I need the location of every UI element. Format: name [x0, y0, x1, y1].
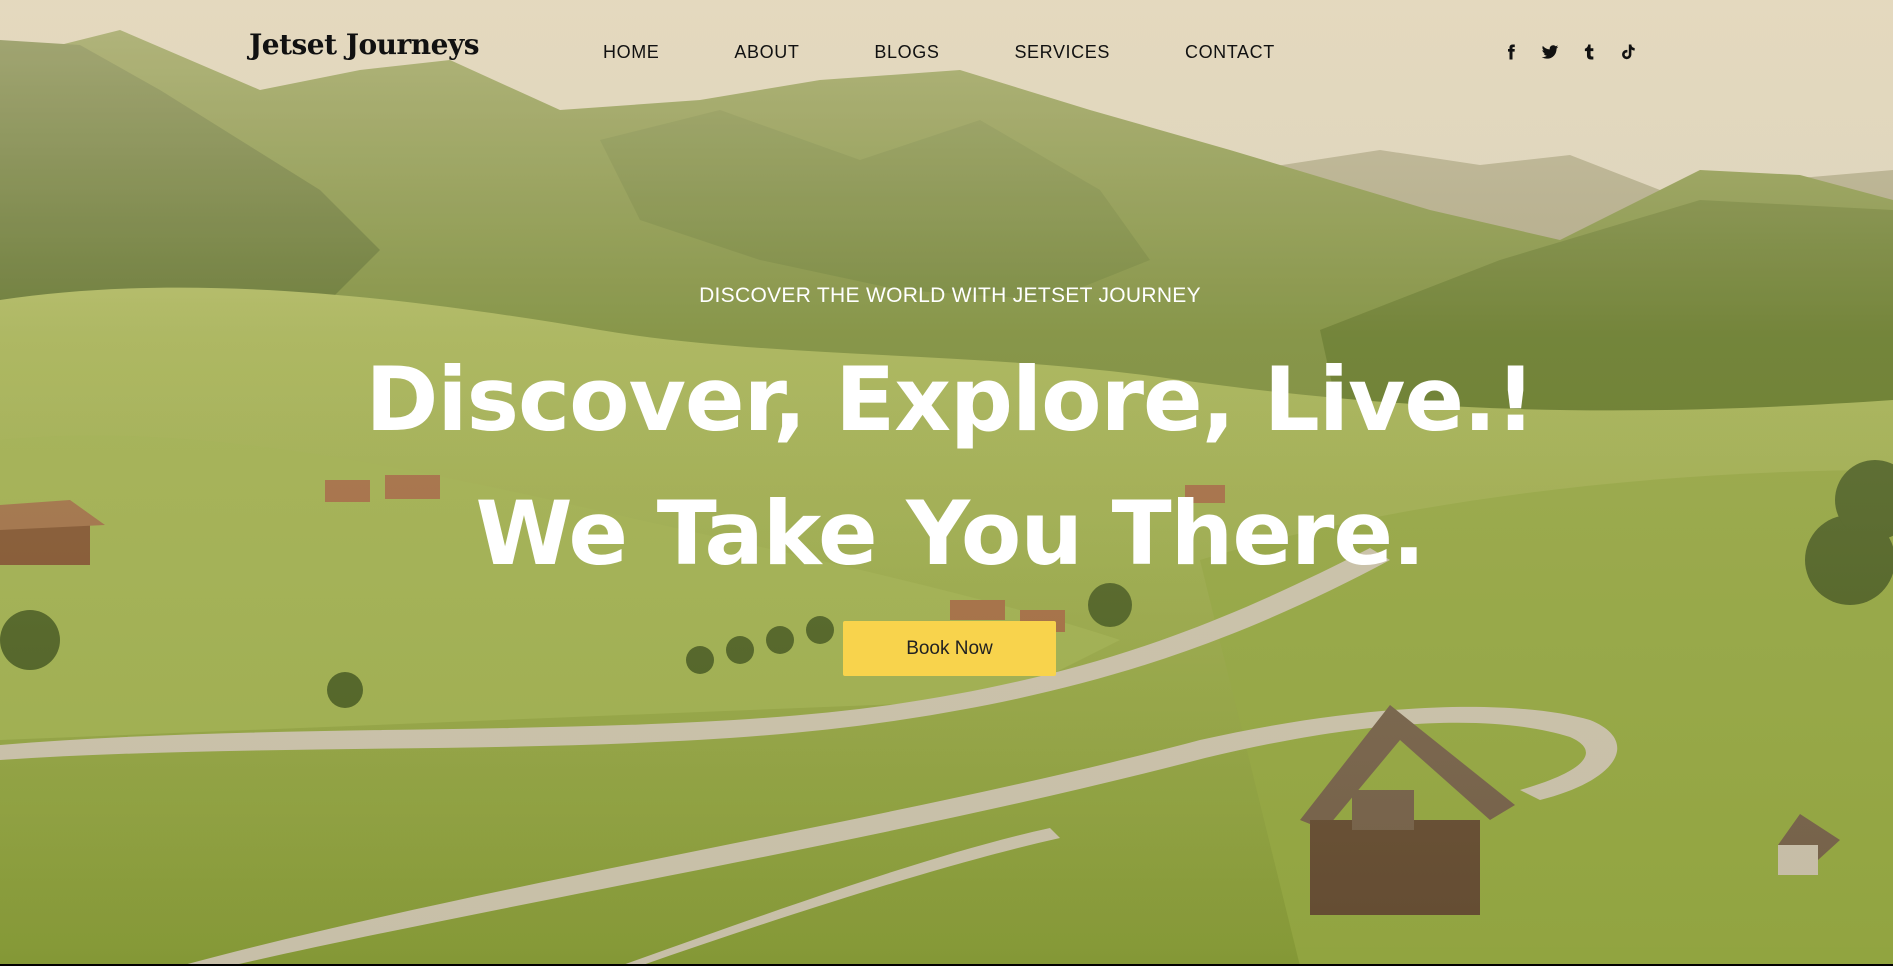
- book-now-button[interactable]: Book Now: [843, 621, 1056, 676]
- nav-services[interactable]: SERVICES: [1014, 42, 1110, 63]
- hero-headline-line1: Discover, Explore, Live.!: [365, 348, 1535, 451]
- social-links: [1500, 41, 1639, 63]
- nav-home[interactable]: HOME: [603, 42, 659, 63]
- tumblr-icon[interactable]: [1578, 41, 1600, 63]
- hero-tagline: DISCOVER THE WORLD WITH JETSET JOURNEY: [699, 284, 1201, 307]
- nav-contact[interactable]: CONTACT: [1185, 42, 1275, 63]
- facebook-icon[interactable]: [1500, 41, 1522, 63]
- tiktok-icon[interactable]: [1617, 41, 1639, 63]
- top-navbar: Jetset Journeys HOME ABOUT BLOGS SERVICE…: [0, 0, 1893, 100]
- nav-about[interactable]: ABOUT: [734, 42, 799, 63]
- main-nav: HOME ABOUT BLOGS SERVICES CONTACT: [603, 42, 1275, 63]
- brand-logo[interactable]: Jetset Journeys: [249, 28, 480, 61]
- hero-section: Jetset Journeys HOME ABOUT BLOGS SERVICE…: [0, 0, 1893, 966]
- hero-headline-line2: We Take You There.: [475, 482, 1425, 585]
- nav-blogs[interactable]: BLOGS: [874, 42, 939, 63]
- twitter-icon[interactable]: [1539, 41, 1561, 63]
